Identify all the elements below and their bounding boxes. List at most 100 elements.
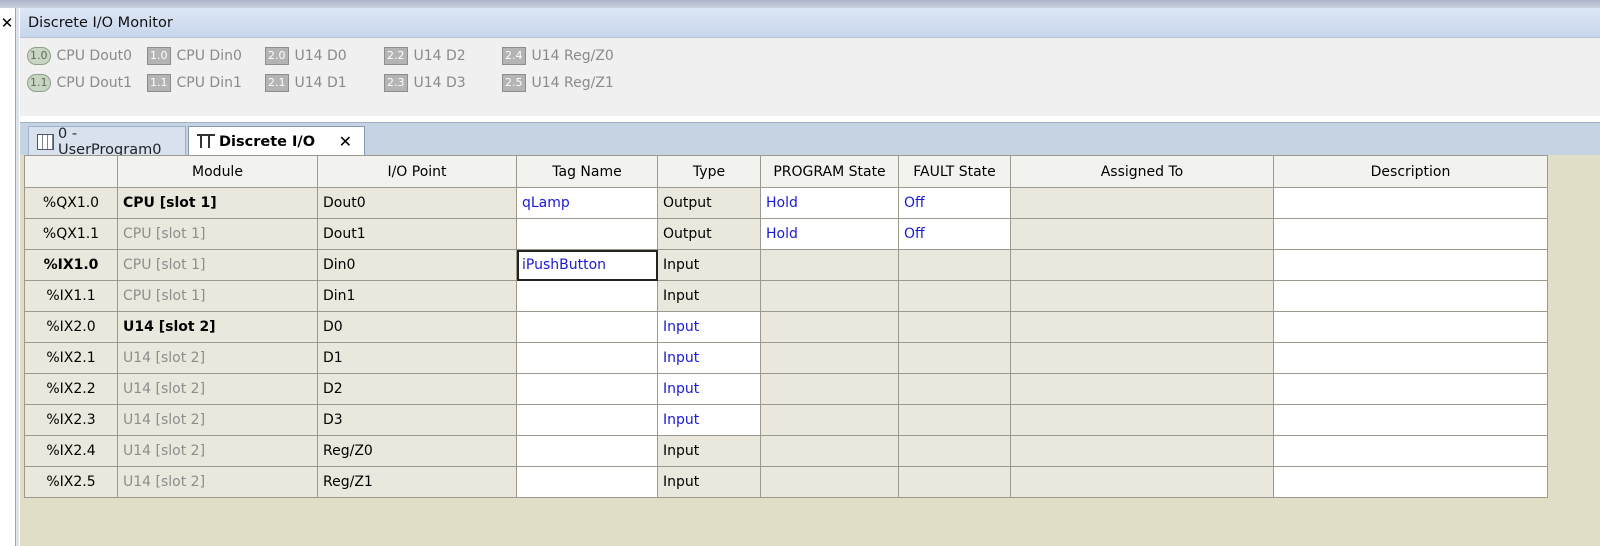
- type-cell[interactable]: Input: [657, 311, 761, 343]
- assigned-to-cell: [1010, 342, 1274, 374]
- fault-state-cell: [898, 404, 1011, 436]
- column-header-type[interactable]: Type: [657, 155, 761, 188]
- table-row[interactable]: %QX1.1 CPU [slot 1] Dout1 Output Hold Of…: [24, 218, 1548, 250]
- column-header-description[interactable]: Description: [1273, 155, 1548, 188]
- tag-name-cell[interactable]: [516, 311, 658, 343]
- table-row[interactable]: %IX2.2 U14 [slot 2] D2 Input: [24, 373, 1548, 405]
- tab-label: 0 - UserProgram0: [57, 125, 162, 158]
- column-header-address[interactable]: [24, 155, 118, 188]
- table-row[interactable]: %IX2.5 U14 [slot 2] Reg/Z1 Input: [24, 466, 1548, 498]
- program-state-cell: [760, 311, 899, 343]
- close-pane-icon[interactable]: ✕: [0, 12, 14, 34]
- address-cell: %IX2.1: [24, 342, 118, 374]
- table-row[interactable]: %IX2.3 U14 [slot 2] D3 Input: [24, 404, 1548, 436]
- module-cell: CPU [slot 1]: [117, 249, 318, 281]
- led-indicator-icon: 1.0: [27, 47, 51, 65]
- program-state-cell[interactable]: Hold: [760, 187, 899, 219]
- program-state-cell: [760, 466, 899, 498]
- tab-userprogram0[interactable]: 0 - UserProgram0: [28, 125, 186, 158]
- fault-state-cell: [898, 466, 1011, 498]
- description-cell[interactable]: [1273, 280, 1548, 312]
- led-u14-d1[interactable]: 2.1 U14 D1: [265, 73, 347, 93]
- tab-close-icon[interactable]: ✕: [335, 132, 356, 151]
- table-row[interactable]: %IX1.1 CPU [slot 1] Din1 Input: [24, 280, 1548, 312]
- address-cell: %IX2.5: [24, 466, 118, 498]
- tag-name-cell[interactable]: qLamp: [516, 187, 658, 219]
- led-indicator-icon: 1.1: [27, 74, 51, 92]
- assigned-to-cell: [1010, 404, 1274, 436]
- window-top-strip: [0, 0, 1600, 8]
- discrete-io-icon: [197, 133, 215, 150]
- program-state-cell: [760, 373, 899, 405]
- led-indicator-icon: 2.5: [502, 74, 526, 92]
- led-cpu-dout1[interactable]: 1.1 CPU Dout1: [27, 73, 132, 93]
- led-u14-regz1[interactable]: 2.5 U14 Reg/Z1: [502, 73, 614, 93]
- program-state-cell: [760, 342, 899, 374]
- tag-name-cell[interactable]: [516, 435, 658, 467]
- led-u14-d3[interactable]: 2.3 U14 D3: [384, 73, 466, 93]
- led-u14-d0[interactable]: 2.0 U14 D0: [265, 46, 347, 66]
- description-cell[interactable]: [1273, 373, 1548, 405]
- description-cell[interactable]: [1273, 218, 1548, 250]
- tab-discrete-io[interactable]: Discrete I/O ✕: [188, 126, 365, 156]
- table-row[interactable]: %IX1.0 CPU [slot 1] Din0 iPushButton Inp…: [24, 249, 1548, 281]
- table-row[interactable]: %IX2.1 U14 [slot 2] D1 Input: [24, 342, 1548, 374]
- tag-name-cell[interactable]: [516, 280, 658, 312]
- description-cell[interactable]: [1273, 187, 1548, 219]
- column-header-tag-name[interactable]: Tag Name: [516, 155, 658, 188]
- column-header-module[interactable]: Module: [117, 155, 318, 188]
- module-cell: U14 [slot 2]: [117, 404, 318, 436]
- tag-name-cell-selected[interactable]: iPushButton: [516, 249, 658, 281]
- discrete-io-table: Module I/O Point Tag Name Type PROGRAM S…: [24, 155, 1548, 498]
- pane-splitter[interactable]: [15, 8, 19, 546]
- description-cell[interactable]: [1273, 342, 1548, 374]
- tag-name-cell[interactable]: [516, 466, 658, 498]
- type-cell[interactable]: Input: [657, 373, 761, 405]
- column-header-fault-state[interactable]: FAULT State: [898, 155, 1011, 188]
- description-cell[interactable]: [1273, 404, 1548, 436]
- type-cell: Output: [657, 218, 761, 250]
- module-cell: U14 [slot 2]: [117, 311, 318, 343]
- led-indicator-icon: 1.0: [147, 47, 171, 65]
- table-row[interactable]: %IX2.0 U14 [slot 2] D0 Input: [24, 311, 1548, 343]
- led-u14-d2[interactable]: 2.2 U14 D2: [384, 46, 466, 66]
- tag-name-cell[interactable]: [516, 404, 658, 436]
- table-row[interactable]: %QX1.0 CPU [slot 1] Dout0 qLamp Output H…: [24, 187, 1548, 219]
- program-state-cell: [760, 249, 899, 281]
- program-state-cell[interactable]: Hold: [760, 218, 899, 250]
- table-row[interactable]: %IX2.4 U14 [slot 2] Reg/Z0 Input: [24, 435, 1548, 467]
- fault-state-cell: [898, 311, 1011, 343]
- led-cpu-din1[interactable]: 1.1 CPU Din1: [147, 73, 242, 93]
- io-point-cell: Din1: [317, 280, 517, 312]
- led-cpu-dout0[interactable]: 1.0 CPU Dout0: [27, 46, 132, 66]
- led-cpu-din0[interactable]: 1.0 CPU Din0: [147, 46, 242, 66]
- module-cell: CPU [slot 1]: [117, 280, 318, 312]
- type-cell: Input: [657, 435, 761, 467]
- led-label: CPU Din1: [176, 75, 242, 91]
- monitor-title: Discrete I/O Monitor: [20, 8, 1600, 38]
- module-cell: U14 [slot 2]: [117, 466, 318, 498]
- description-cell[interactable]: [1273, 466, 1548, 498]
- led-indicator-icon: 2.4: [502, 47, 526, 65]
- address-cell: %IX1.0: [24, 249, 118, 281]
- fault-state-cell[interactable]: Off: [898, 218, 1011, 250]
- description-cell[interactable]: [1273, 435, 1548, 467]
- table-header-row: Module I/O Point Tag Name Type PROGRAM S…: [24, 155, 1548, 188]
- description-cell[interactable]: [1273, 311, 1548, 343]
- tag-name-cell[interactable]: [516, 342, 658, 374]
- led-label: CPU Din0: [176, 48, 242, 64]
- led-u14-regz0[interactable]: 2.4 U14 Reg/Z0: [502, 46, 614, 66]
- description-cell[interactable]: [1273, 249, 1548, 281]
- fault-state-cell: [898, 249, 1011, 281]
- type-cell[interactable]: Input: [657, 404, 761, 436]
- column-header-assigned-to[interactable]: Assigned To: [1010, 155, 1274, 188]
- fault-state-cell[interactable]: Off: [898, 187, 1011, 219]
- tag-name-cell[interactable]: [516, 218, 658, 250]
- tag-name-cell[interactable]: [516, 373, 658, 405]
- column-header-program-state[interactable]: PROGRAM State: [760, 155, 899, 188]
- column-header-io-point[interactable]: I/O Point: [317, 155, 517, 188]
- program-state-cell: [760, 435, 899, 467]
- type-cell[interactable]: Input: [657, 342, 761, 374]
- assigned-to-cell: [1010, 311, 1274, 343]
- led-label: U14 D1: [294, 75, 347, 91]
